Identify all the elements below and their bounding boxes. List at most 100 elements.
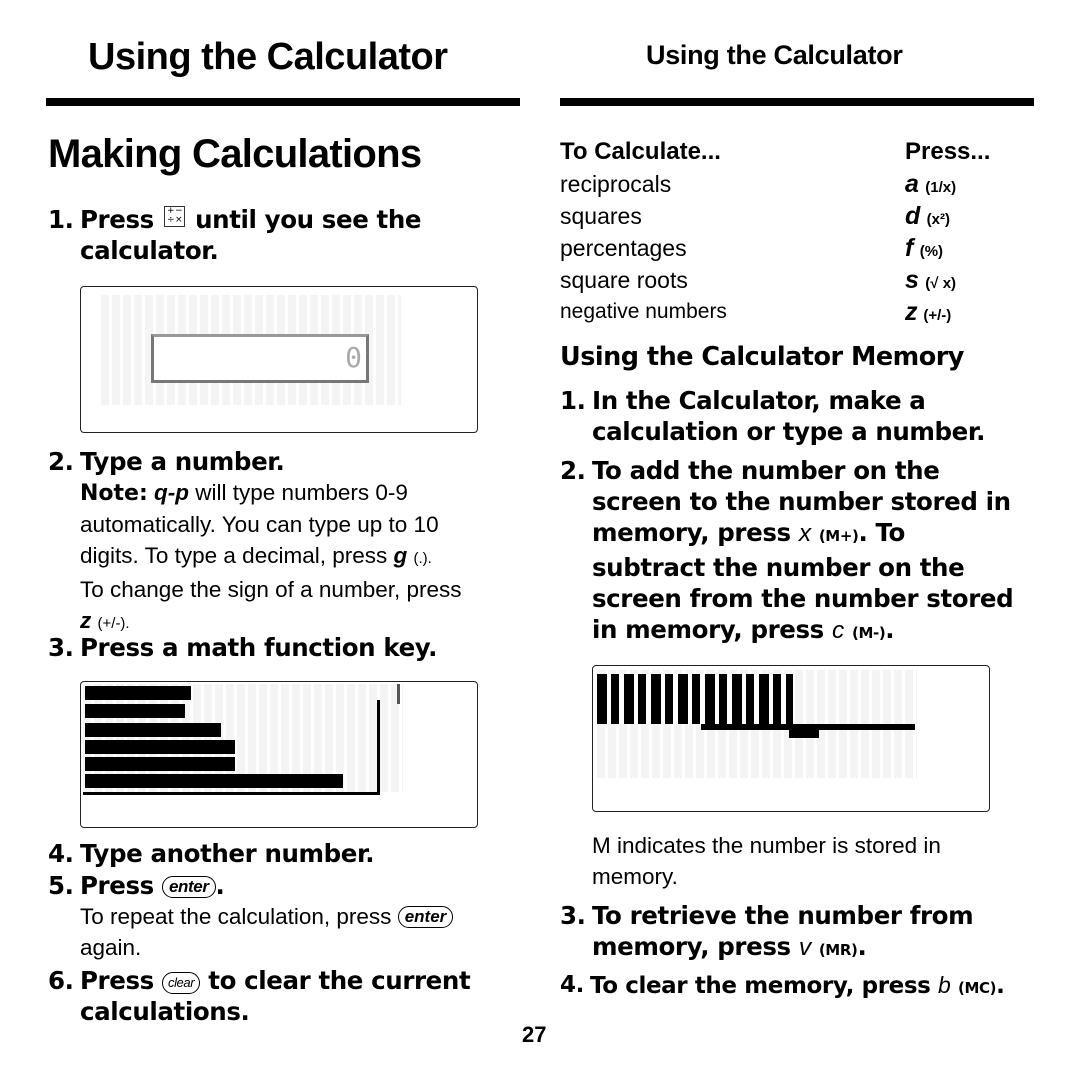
table-header-calculate: To Calculate...: [560, 138, 721, 165]
table-cell-label: square roots: [560, 267, 688, 293]
scrollbar[interactable]: [397, 684, 400, 704]
memory-subtract-label: (M-): [852, 624, 886, 642]
display-value: 0: [345, 341, 362, 374]
step-6: 6. Press clear to clear the current calc…: [48, 965, 528, 1027]
right-header-rule: [560, 98, 1034, 106]
clear-key: clear: [161, 972, 201, 994]
key-letter: z: [905, 298, 918, 326]
step-number: 4.: [48, 839, 74, 868]
step-4: 4. Type another number.: [48, 838, 528, 869]
table-header-press: Press...: [905, 138, 991, 165]
step-number: 3.: [48, 633, 74, 662]
note-text: automatically. You can type up to 10: [80, 512, 439, 537]
note-text: will type numbers 0-9: [195, 480, 408, 505]
table-cell-label: reciprocals: [560, 171, 672, 197]
step-number: 2.: [48, 447, 74, 476]
punctuation: .: [857, 932, 867, 961]
memory-clear-key: b: [938, 972, 951, 998]
decimal-key-label: (.).: [413, 550, 432, 567]
step-text: Press a math function key.: [80, 633, 438, 662]
memory-clear-label: (MC): [958, 979, 997, 997]
step-2: 2. Type a number.: [48, 446, 528, 477]
table-cell-key: z (+/-): [905, 296, 951, 332]
number-keys: q-p: [154, 480, 190, 505]
memory-subtract-key: c: [832, 617, 844, 644]
memory-step-2: 2. To add the number on the screen to th…: [560, 455, 1040, 649]
key-letter: d: [905, 202, 921, 230]
memory-indicator-text: [597, 674, 793, 724]
step-number: 4.: [560, 972, 584, 998]
calculator-display-field: 0: [151, 334, 369, 383]
display-cursor: [789, 730, 819, 738]
step-text: to clear the current: [208, 966, 471, 995]
math-function-menu-screen: [80, 681, 478, 828]
step-number: 1.: [48, 205, 74, 234]
table-row: percentages f (%): [560, 232, 1030, 264]
note-text: M indicates the number is stored in: [592, 833, 941, 858]
left-header-rule: [46, 98, 520, 106]
menu-item[interactable]: [85, 740, 235, 754]
menu-item[interactable]: [85, 723, 221, 737]
step-text: calculations.: [80, 997, 250, 1026]
note-label: Note:: [80, 481, 148, 506]
menu-item[interactable]: [85, 686, 191, 700]
menu-item[interactable]: [85, 757, 235, 771]
step-text: To add the number on the: [592, 456, 940, 485]
table-cell-key: s (√ x): [905, 264, 956, 300]
memory-section-title: Using the Calculator Memory: [560, 342, 964, 372]
note-text: To change the sign of a number, press: [80, 577, 462, 602]
memory-recall-key: v: [798, 934, 811, 961]
step-number: 3.: [560, 901, 586, 930]
table-cell-key: a (1/x): [905, 168, 956, 204]
step-text: calculation or type a number.: [592, 417, 985, 446]
memory-add-label: (M+): [818, 527, 859, 545]
key-function: (%): [919, 243, 944, 260]
step-text: Press: [80, 966, 154, 995]
table-cell-key: d (x²): [905, 200, 950, 236]
table-cell-label: negative numbers: [560, 300, 727, 323]
step-2-note: Note: q-p will type numbers 0-9 automati…: [80, 477, 530, 639]
key-function: (√ x): [925, 275, 957, 292]
step-number: 1.: [560, 386, 586, 415]
key-function: (+/-): [923, 307, 952, 324]
punctuation: .: [996, 973, 1005, 999]
step-3: 3. Press a math function key.: [48, 632, 528, 663]
step-text: in memory, press: [592, 615, 824, 644]
step-text: To retrieve the number from: [592, 901, 974, 930]
table-cell-label: percentages: [560, 235, 687, 261]
step-text: .: [885, 615, 895, 644]
menu-item[interactable]: [85, 774, 343, 788]
note-text: digits. To type a decimal, press: [80, 543, 388, 568]
step-text: subtract the number on the: [592, 553, 965, 582]
table-row: reciprocals a (1/x): [560, 168, 1030, 200]
memory-recall-label: (MR): [818, 941, 858, 959]
memory-step-4: 4. To clear the memory, press b (MC).: [560, 970, 1060, 1004]
times-glyph: ×: [174, 215, 183, 225]
key-letter: f: [905, 234, 914, 262]
key-letter: s: [905, 266, 919, 294]
step-text: Press: [80, 205, 154, 234]
function-table: reciprocals a (1/x) squares d (x²) perce…: [560, 168, 1030, 328]
calculator-screen: 0: [80, 286, 478, 433]
menu-item[interactable]: [85, 704, 185, 718]
table-row: squares d (x²): [560, 200, 1030, 232]
punctuation: .: [215, 871, 225, 900]
memory-step-1: 1. In the Calculator, make a calculation…: [560, 385, 1040, 447]
note-text: To repeat the calculation, press: [80, 904, 392, 929]
step-5-note: To repeat the calculation, press enter a…: [80, 901, 530, 963]
step-text: To clear the memory, press: [590, 973, 931, 999]
memory-add-key: x: [798, 520, 811, 547]
decimal-key: g: [393, 543, 408, 568]
table-row: square roots s (√ x): [560, 264, 1030, 296]
step-text: memory, press: [592, 932, 791, 961]
note-text: memory.: [592, 864, 678, 889]
step-text: Type another number.: [80, 839, 375, 868]
note-text: again.: [80, 935, 142, 960]
step-text: screen to the number stored in: [592, 487, 1011, 516]
key-function: (1/x): [925, 179, 957, 196]
step-number: 5.: [48, 871, 74, 900]
step-5: 5. Press enter.: [48, 870, 528, 901]
step-text: Type a number.: [80, 447, 285, 476]
enter-key: enter: [161, 876, 216, 898]
page-number: 27: [522, 1022, 547, 1047]
